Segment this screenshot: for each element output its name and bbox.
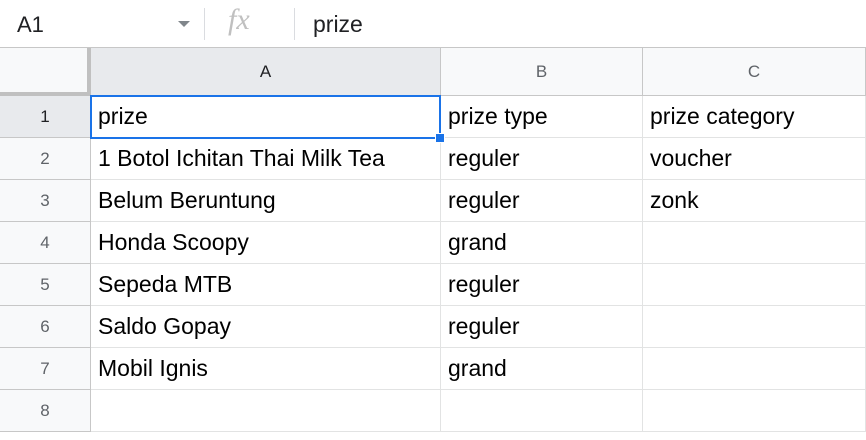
row-header-3[interactable]: 3 [0,180,91,222]
cell-b3[interactable]: reguler [441,180,643,222]
cell-b4[interactable]: grand [441,222,643,264]
cell-c6[interactable] [643,306,866,348]
cell-a6[interactable]: Saldo Gopay [91,306,441,348]
row-header-7[interactable]: 7 [0,348,91,390]
fill-handle[interactable] [435,133,445,143]
cell-c2[interactable]: voucher [643,138,866,180]
cell-b5[interactable]: reguler [441,264,643,306]
cell-a7[interactable]: Mobil Ignis [91,348,441,390]
cell-b8[interactable] [441,390,643,432]
select-all-corner[interactable] [0,48,91,96]
cell-b1[interactable]: prize type [441,96,643,138]
row-header-6[interactable]: 6 [0,306,91,348]
cell-c1[interactable]: prize category [643,96,866,138]
row-header-4[interactable]: 4 [0,222,91,264]
formula-input[interactable]: prize [313,11,363,38]
cell-a3[interactable]: Belum Beruntung [91,180,441,222]
cell-c3[interactable]: zonk [643,180,866,222]
cell-b2[interactable]: reguler [441,138,643,180]
spreadsheet-grid: A B C 1 2 3 4 5 6 7 8 prize prize type p… [0,48,866,440]
cell-b7[interactable]: grand [441,348,643,390]
cell-c8[interactable] [643,390,866,432]
row-header-8[interactable]: 8 [0,390,91,432]
divider [204,8,205,40]
row-header-2[interactable]: 2 [0,138,91,180]
column-header-c[interactable]: C [643,48,866,96]
row-header-5[interactable]: 5 [0,264,91,306]
formula-bar: A1 fx prize [0,0,866,48]
chevron-down-icon[interactable] [178,21,190,27]
fx-icon: fx [228,3,250,36]
cell-c7[interactable] [643,348,866,390]
column-header-a[interactable]: A [91,48,441,96]
cell-a8[interactable] [91,390,441,432]
name-box-value: A1 [17,12,44,37]
cell-b6[interactable]: reguler [441,306,643,348]
cell-a4[interactable]: Honda Scoopy [91,222,441,264]
cell-a2[interactable]: 1 Botol Ichitan Thai Milk Tea [91,138,441,180]
cell-a1[interactable]: prize [91,96,441,138]
cell-c4[interactable] [643,222,866,264]
divider [294,8,295,40]
cell-a5[interactable]: Sepeda MTB [91,264,441,306]
column-header-b[interactable]: B [441,48,643,96]
cell-c5[interactable] [643,264,866,306]
row-header-1[interactable]: 1 [0,96,91,138]
name-box[interactable]: A1 [0,0,203,47]
